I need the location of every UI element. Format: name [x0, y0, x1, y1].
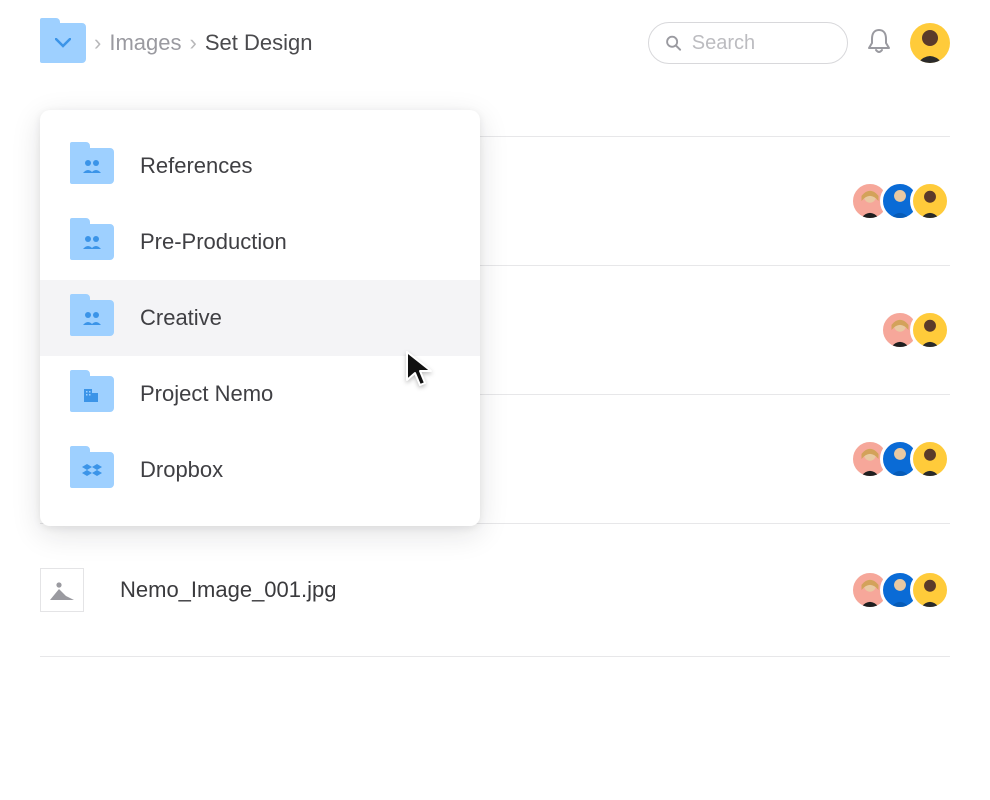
shared-folder-icon — [70, 148, 114, 184]
dropdown-item-references[interactable]: References — [40, 128, 480, 204]
cursor-icon — [405, 350, 435, 395]
breadcrumb-current: Set Design — [205, 30, 313, 56]
dropdown-item-preproduction[interactable]: Pre-Production — [40, 204, 480, 280]
collaborator-avatars[interactable] — [850, 570, 950, 610]
image-file-icon — [40, 568, 84, 612]
collaborator-avatars[interactable] — [850, 439, 950, 479]
dropdown-item-dropbox[interactable]: Dropbox — [40, 432, 480, 508]
shared-folder-icon — [70, 300, 114, 336]
dropdown-item-label: Pre-Production — [140, 229, 287, 255]
avatar — [910, 310, 950, 350]
profile-avatar[interactable] — [910, 23, 950, 63]
avatar — [910, 181, 950, 221]
bell-icon — [866, 27, 892, 55]
dropdown-item-label: Creative — [140, 305, 222, 331]
person-icon — [910, 23, 950, 63]
file-name: Nemo_Image_001.jpg — [120, 577, 336, 603]
dropdown-item-creative[interactable]: Creative — [40, 280, 480, 356]
breadcrumb-parent[interactable]: Images — [109, 30, 181, 56]
team-folder-icon — [70, 376, 114, 412]
breadcrumb-separator: › — [189, 30, 196, 56]
search-input[interactable] — [692, 32, 831, 55]
avatar — [910, 570, 950, 610]
breadcrumb-separator: › — [94, 30, 101, 56]
header-actions — [648, 22, 950, 64]
breadcrumb: › Images › Set Design — [40, 23, 648, 63]
search-box[interactable] — [648, 22, 848, 64]
collaborator-avatars[interactable] — [880, 310, 950, 350]
search-icon — [665, 33, 682, 53]
breadcrumb-folder-dropdown-button[interactable] — [40, 23, 86, 63]
chevron-down-icon — [55, 38, 71, 48]
dropdown-item-label: Dropbox — [140, 457, 223, 483]
list-item[interactable]: Nemo_Image_001.jpg — [40, 524, 950, 657]
dropdown-item-label: Project Nemo — [140, 381, 273, 407]
avatar — [910, 439, 950, 479]
dropbox-folder-icon — [70, 452, 114, 488]
dropdown-item-label: References — [140, 153, 253, 179]
folder-dropdown-menu: References Pre-Production Creative Proje… — [40, 110, 480, 526]
collaborator-avatars[interactable] — [850, 181, 950, 221]
header: › Images › Set Design — [0, 0, 990, 86]
shared-folder-icon — [70, 224, 114, 260]
notifications-button[interactable] — [866, 27, 892, 60]
